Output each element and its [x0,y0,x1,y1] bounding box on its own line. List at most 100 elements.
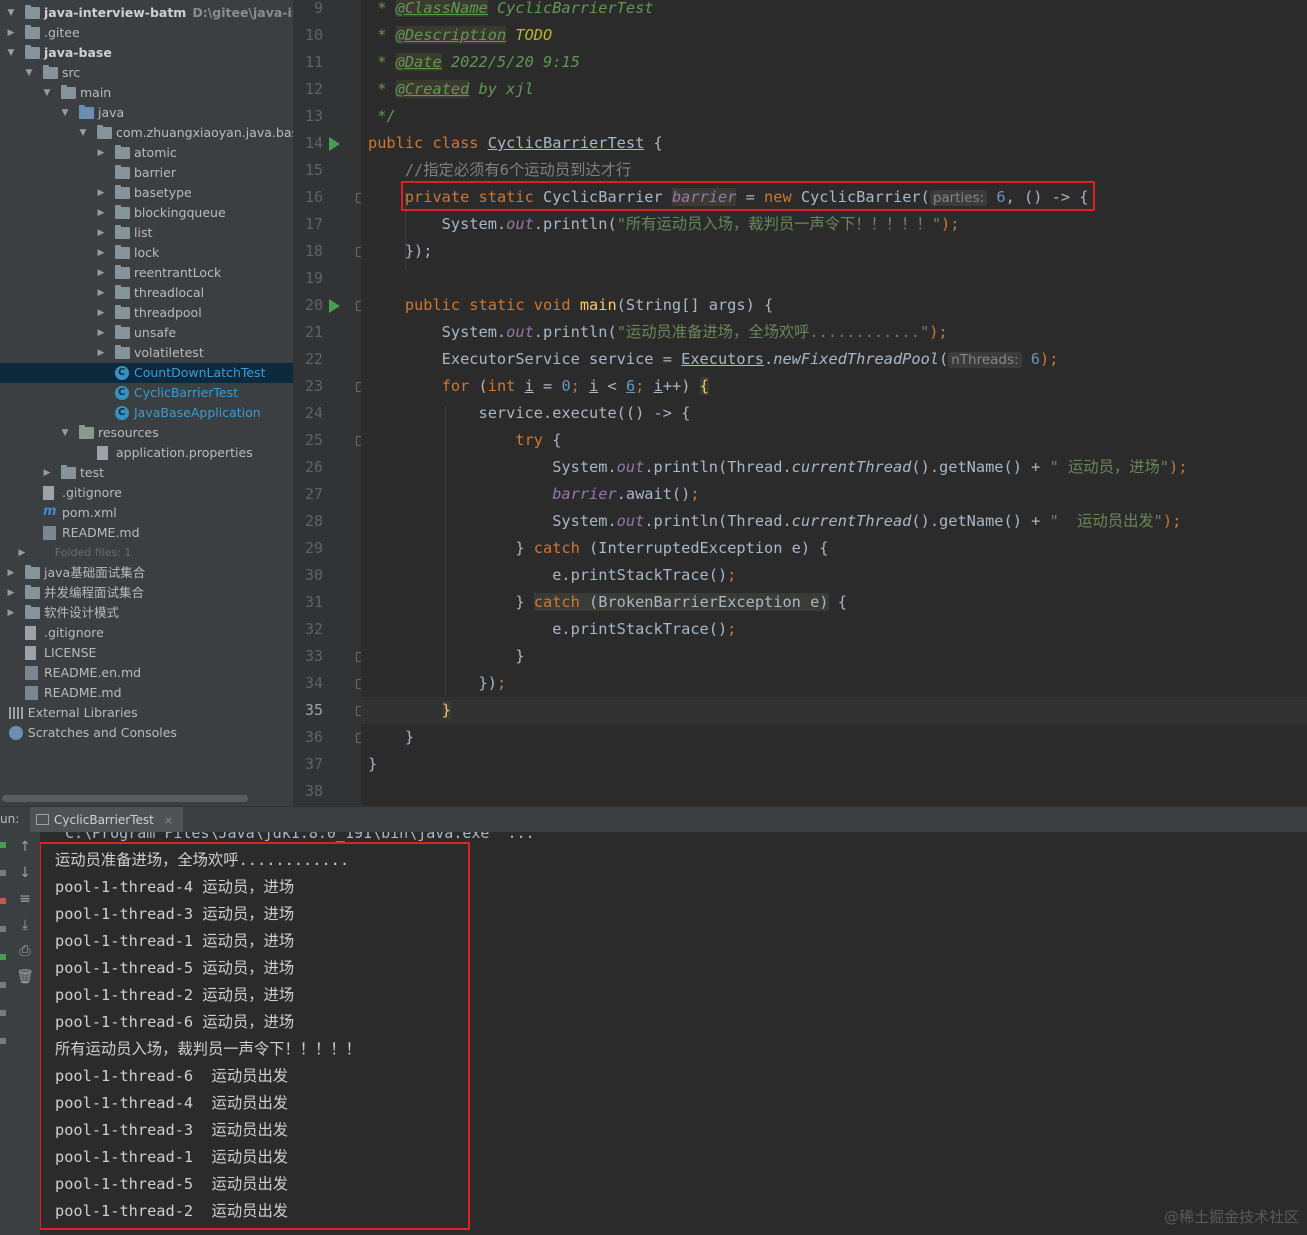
file-icon [43,486,54,500]
chevron-right-icon[interactable]: ▶ [95,283,107,303]
arrow-down-icon[interactable]: ↓ [16,864,34,882]
print-icon[interactable]: ⎙ [16,942,34,960]
chevron-right-icon[interactable]: ▶ [95,243,107,263]
chevron-right-icon[interactable]: ▶ [95,343,107,363]
tree-item[interactable]: Scratches and Consoles [0,723,293,743]
chevron-right-icon[interactable]: ▶ [41,463,53,483]
tree-item[interactable]: .gitignore [0,483,293,503]
folder-icon [115,225,130,239]
tree-item[interactable]: CyclicBarrierTest [0,383,293,403]
tree-item-label: .gitee [44,25,80,40]
tree-item-label: README.en.md [44,665,142,680]
settings-icon[interactable] [0,1010,6,1016]
line-number: 28 [304,512,323,530]
tree-item[interactable]: application.properties [0,443,293,463]
chevron-down-icon[interactable]: ▼ [23,63,35,83]
tree-item[interactable]: ▶ Folded files: 1 [0,543,293,563]
tree-item[interactable]: ▶ java基础面试集合 [0,563,293,583]
tree-item[interactable]: README.en.md [0,663,293,683]
run-gutter-icon[interactable] [329,299,340,313]
line-number: 33 [304,647,323,665]
tree-item-label: resources [98,425,159,440]
tree-item[interactable]: LICENSE [0,643,293,663]
pin-icon[interactable] [0,954,6,960]
tree-item[interactable]: ▼ com.zhuangxiaoyan.java.base.j [0,123,293,143]
tree-item[interactable]: JavaBaseApplication [0,403,293,423]
tree-item[interactable]: ▼ java-interview-batmD:\gitee\java-interv… [0,3,293,23]
tab-cyclicbarriertest[interactable]: CyclicBarrierTest × [30,807,183,833]
tree-item[interactable]: ▼ src [0,63,293,83]
run-gutter-icon[interactable] [329,137,340,151]
chevron-right-icon[interactable]: ▶ [95,183,107,203]
console-tab-icon [36,814,49,825]
layout-icon[interactable] [0,982,6,988]
chevron-right-icon[interactable]: ▶ [95,303,107,323]
line-number: 30 [304,566,323,584]
chevron-down-icon[interactable]: ▼ [5,3,17,23]
folder-icon [61,465,76,479]
line-number: 34 [304,674,323,692]
code-line: * @Date 2022/5/20 9:15 [368,53,580,71]
chevron-down-icon[interactable]: ▼ [59,103,71,123]
tree-item[interactable]: ▶ blockingqueue [0,203,293,223]
tree-item[interactable]: ▶ volatiletest [0,343,293,363]
folder-icon [115,325,130,339]
console-output[interactable]: C:\Program Files\Java\jdk1.8.0_191\bin\j… [40,832,1307,1235]
scroll-to-end-icon[interactable]: ⤓ [16,916,34,934]
tree-item[interactable]: ▶ threadpool [0,303,293,323]
chevron-down-icon[interactable]: ▼ [77,123,89,143]
tree-item[interactable]: ▶ reentrantLock [0,263,293,283]
chevron-right-icon[interactable]: ▶ [5,603,17,623]
stop-icon[interactable] [0,870,6,876]
folder-icon [115,205,130,219]
tree-horizontal-scrollbar[interactable] [2,795,248,802]
tree-item[interactable]: External Libraries [0,703,293,723]
soft-wrap-icon[interactable]: ≡ [16,890,34,908]
restore-layout-icon[interactable] [0,926,6,932]
tree-item[interactable]: README.md [0,523,293,543]
tree-item[interactable]: ▼ java-base [0,43,293,63]
tree-item[interactable]: ▶ basetype [0,183,293,203]
tree-item[interactable]: ▶ atomic [0,143,293,163]
tree-item[interactable]: ▼ java [0,103,293,123]
line-number: 9 [313,0,323,17]
tree-item[interactable]: barrier [0,163,293,183]
tree-item[interactable]: ▶ unsafe [0,323,293,343]
tree-item[interactable]: ▶ 软件设计模式 [0,603,293,623]
tree-item[interactable]: ▼ resources [0,423,293,443]
chevron-right-icon[interactable]: ▶ [5,23,17,43]
stop-red-icon[interactable] [0,898,6,904]
tree-item[interactable]: ▼ main [0,83,293,103]
chevron-down-icon[interactable]: ▼ [5,43,17,63]
code-line: */ [368,107,396,125]
tree-item[interactable]: ▶ 并发编程面试集合 [0,583,293,603]
chevron-right-icon[interactable]: ▶ [5,583,17,603]
chevron-right-icon[interactable]: ▶ [95,223,107,243]
tree-item[interactable]: ▶ .gitee [0,23,293,43]
tree-item-label: 软件设计模式 [44,605,120,620]
rerun-icon[interactable] [0,842,6,848]
chevron-down-icon[interactable]: ▼ [59,423,71,443]
chevron-right-icon[interactable]: ▶ [5,563,17,583]
trash-icon[interactable]: 🗑 [16,968,34,986]
tree-item[interactable]: README.md [0,683,293,703]
chevron-down-icon[interactable]: ▼ [41,83,53,103]
chevron-right-icon[interactable]: ▶ [95,263,107,283]
tree-item[interactable]: ▶ threadlocal [0,283,293,303]
tree-item[interactable]: ▶ test [0,463,293,483]
chevron-right-icon[interactable]: ▶ [95,143,107,163]
arrow-up-icon[interactable]: ↑ [16,838,34,856]
line-number: 38 [304,782,323,800]
tree-item-label: README.md [62,525,140,540]
code-editor[interactable]: * @ClassName CyclicBarrierTest * @Descri… [361,0,1307,806]
chevron-right-icon[interactable]: ▶ [16,543,28,563]
tree-item[interactable]: .gitignore [0,623,293,643]
chevron-right-icon[interactable]: ▶ [95,203,107,223]
tree-item[interactable]: ▶ lock [0,243,293,263]
close-icon[interactable]: × [164,814,173,827]
expand-icon[interactable] [0,1038,6,1044]
tree-item[interactable]: ▶ list [0,223,293,243]
tree-item[interactable]: m pom.xml [0,503,293,523]
tree-item[interactable]: CountDownLatchTest [0,363,293,383]
chevron-right-icon[interactable]: ▶ [95,323,107,343]
